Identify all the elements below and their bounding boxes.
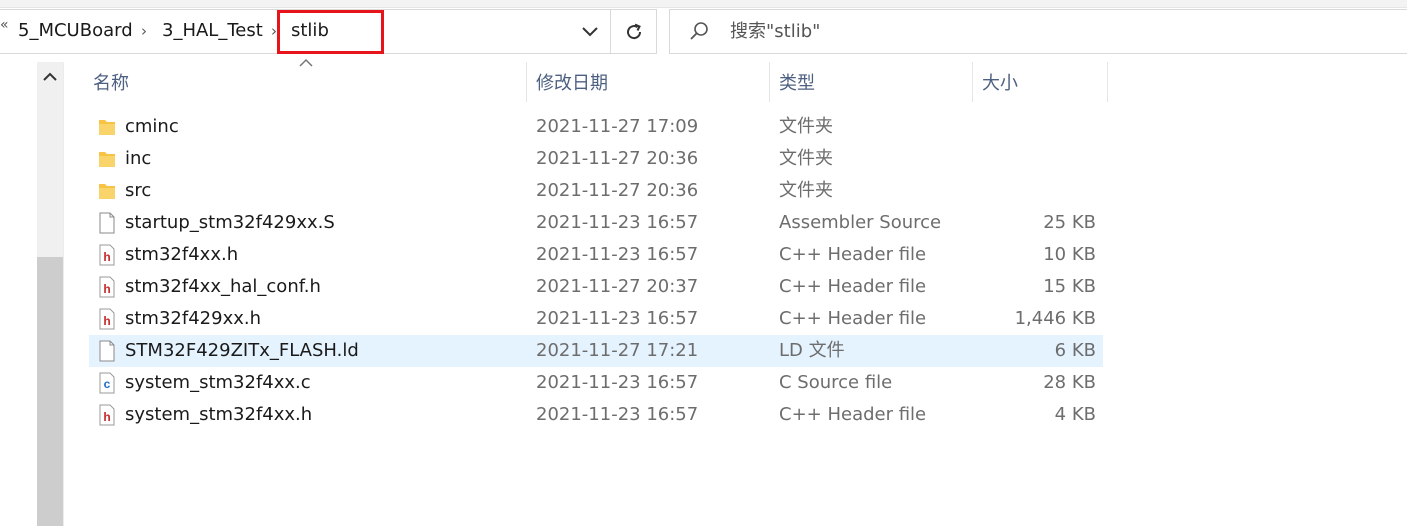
file-type: 文件夹 [779,116,833,137]
header-file-icon: h [99,308,115,330]
file-type: C++ Header file [779,404,927,425]
header-file-icon: h [99,276,115,298]
svg-text:h: h [103,314,110,328]
header-file-icon: h [97,276,117,298]
file-name: system_stm32f4xx.c [125,372,311,393]
pane-divider [63,62,64,526]
file-modified-date: 2021-11-27 17:21 [536,340,699,361]
header-file-icon: h [97,404,117,426]
chevron-down-icon [582,26,598,36]
scroll-up-button[interactable] [37,62,63,90]
file-type: C++ Header file [779,276,927,297]
file-row[interactable]: src 2021-11-27 20:36 文件夹 [89,175,1103,207]
file-modified-date: 2021-11-27 20:36 [536,148,699,169]
header-file-icon: h [99,404,115,426]
folder-icon [99,184,115,199]
search-icon [690,22,708,40]
column-header-size[interactable]: 大小 [972,69,1107,103]
breadcrumb-separator-icon[interactable]: › [141,19,147,43]
file-name: system_stm32f4xx.h [125,404,313,425]
file-row[interactable]: STM32F429ZITx_FLASH.ld 2021-11-27 17:21 LD… [89,335,1103,367]
file-name: stm32f4xx_hal_conf.h [125,276,321,297]
file-size: 1,446 KB [1014,308,1096,329]
scrollbar-thumb[interactable] [37,257,63,526]
search-placeholder: 搜索"stlib" [730,21,821,42]
navigation-bar: « 5_MCUBoard › 3_HAL_Test › stlib 搜索"stl… [0,0,1407,62]
file-size: 4 KB [1054,404,1096,425]
file-name: cminc [125,116,179,137]
file-name: stm32f429xx.h [125,308,262,329]
file-row[interactable]: h stm32f4xx.h 2021-11-23 16:57 C++ Header f… [89,239,1103,271]
header-file-icon: h [99,244,115,266]
file-size: 25 KB [1043,212,1096,233]
folder-icon [99,152,115,167]
file-modified-date: 2021-11-23 16:57 [536,212,699,233]
file-name: stm32f4xx.h [125,244,239,265]
column-header-type[interactable]: 类型 [769,69,972,103]
svg-text:h: h [103,410,110,424]
breadcrumb-3-hal-test[interactable]: 3_HAL_Test [162,19,263,43]
header-file-icon: h [97,244,117,266]
svg-text:h: h [103,282,110,296]
file-name: startup_stm32f429xx.S [125,212,335,233]
file-type: C++ Header file [779,244,927,265]
file-row[interactable]: c system_stm32f4xx.c 2021-11-23 16:57 C Sou… [89,367,1103,399]
file-type: 文件夹 [779,180,833,201]
folder-icon [97,116,117,138]
svg-text:c: c [104,377,111,391]
file-name: STM32F429ZITx_FLASH.ld [125,340,359,361]
svg-text:h: h [103,250,110,264]
file-list: cminc 2021-11-27 17:09 文件夹 inc 2021-11-27 20… [89,111,1103,431]
title-strip [0,0,1407,8]
folder-icon [99,120,115,135]
file-type: 文件夹 [779,148,833,169]
column-divider[interactable] [1107,62,1108,102]
file-row[interactable]: h stm32f4xx_hal_conf.h 2021-11-27 20:37 C++… [89,271,1103,303]
file-icon [97,212,117,234]
c-source-file-icon: c [97,372,117,394]
breadcrumb-5-mcuboard[interactable]: 5_MCUBoard [18,19,133,43]
file-size: 10 KB [1043,244,1096,265]
file-name: inc [125,148,152,169]
file-size: 28 KB [1043,372,1096,393]
chevron-up-icon [43,72,57,81]
file-size: 6 KB [1054,340,1096,361]
file-modified-date: 2021-11-23 16:57 [536,404,699,425]
file-icon [99,340,115,362]
file-row[interactable]: cminc 2021-11-27 17:09 文件夹 [89,111,1103,143]
file-name: src [125,180,152,201]
breadcrumb-overflow-icon[interactable]: « [0,17,9,33]
header-file-icon: h [97,308,117,330]
address-dropdown-button[interactable] [572,10,608,53]
file-modified-date: 2021-11-27 17:09 [536,116,699,137]
file-icon [99,212,115,234]
file-size: 15 KB [1043,276,1096,297]
file-modified-date: 2021-11-23 16:57 [536,372,699,393]
file-type: LD 文件 [779,340,845,361]
file-type: C Source file [779,372,893,393]
highlight-annotation-box [277,10,384,54]
file-modified-date: 2021-11-23 16:57 [536,244,699,265]
folder-icon [97,148,117,170]
file-row[interactable]: h system_stm32f4xx.h 2021-11-23 16:57 C++ H… [89,399,1103,431]
sort-ascending-icon [299,58,313,67]
file-row[interactable]: inc 2021-11-27 20:36 文件夹 [89,143,1103,175]
file-modified-date: 2021-11-27 20:37 [536,276,699,297]
file-type: Assembler Source [779,212,942,233]
refresh-button[interactable] [610,10,656,53]
file-modified-date: 2021-11-27 20:36 [536,180,699,201]
refresh-icon [626,23,641,39]
column-header-name[interactable]: 名称 [83,69,526,103]
c-source-file-icon: c [99,372,115,394]
folder-icon [97,180,117,202]
file-row[interactable]: startup_stm32f429xx.S 2021-11-23 16:57 Ass… [89,207,1103,239]
column-header-modified[interactable]: 修改日期 [526,69,769,103]
file-icon [97,340,117,362]
file-type: C++ Header file [779,308,927,329]
file-row[interactable]: h stm32f429xx.h 2021-11-23 16:57 C++ Header… [89,303,1103,335]
file-modified-date: 2021-11-23 16:57 [536,308,699,329]
